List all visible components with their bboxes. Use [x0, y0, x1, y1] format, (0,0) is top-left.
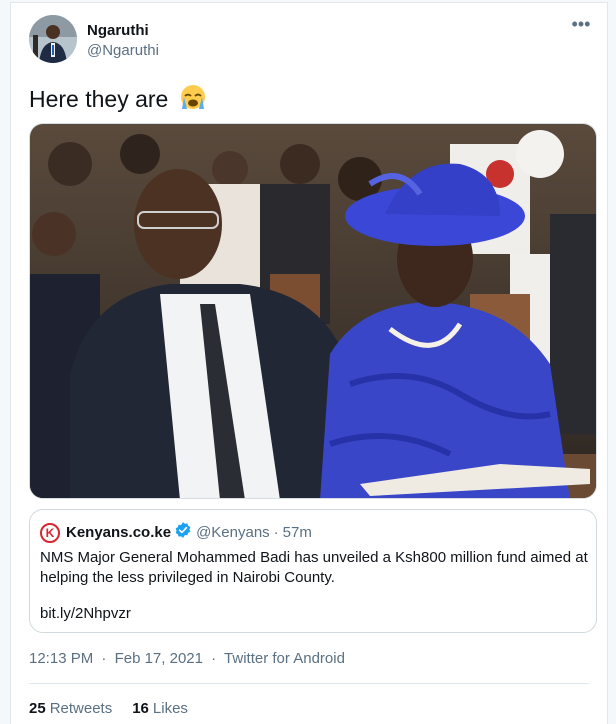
- tweet-card: Ngaruthi @Ngaruthi ••• Here they are K K…: [10, 2, 608, 724]
- retweets-count: 25: [29, 700, 46, 717]
- likes-label: Likes: [152, 700, 188, 717]
- quoted-tweet[interactable]: K Kenyans.co.ke @Kenyans · 57m NMS Major…: [29, 509, 597, 633]
- retweets-label: Retweets: [49, 700, 113, 717]
- retweets-stat[interactable]: 25 Retweets: [29, 699, 112, 719]
- quoted-author-name[interactable]: Kenyans.co.ke: [66, 523, 171, 543]
- quoted-separator: ·: [273, 524, 279, 541]
- loudly-crying-face-icon: [179, 83, 207, 118]
- more-options-icon[interactable]: •••: [567, 15, 595, 37]
- meta-separator-2: ·: [211, 650, 217, 667]
- avatar-image: [29, 15, 77, 63]
- tweet-meta: 12:13 PM · Feb 17, 2021 · Twitter for An…: [29, 649, 345, 669]
- meta-separator: ·: [101, 650, 107, 667]
- divider: [29, 683, 589, 684]
- tweet-photo[interactable]: [29, 123, 597, 499]
- quoted-author-handle[interactable]: @Kenyans: [196, 523, 270, 543]
- kenyans-logo-icon: K: [40, 523, 60, 543]
- author-display-name[interactable]: Ngaruthi: [87, 21, 159, 41]
- tweet-source[interactable]: Twitter for Android: [224, 650, 345, 667]
- author-block: Ngaruthi @Ngaruthi: [87, 21, 159, 61]
- tweet-date[interactable]: Feb 17, 2021: [115, 650, 203, 667]
- likes-stat[interactable]: 16 Likes: [132, 699, 188, 719]
- tweet-time[interactable]: 12:13 PM: [29, 650, 93, 667]
- quoted-timestamp[interactable]: 57m: [283, 523, 312, 543]
- quoted-tweet-link[interactable]: bit.ly/2Nhpvzr: [40, 604, 131, 624]
- author-handle[interactable]: @Ngaruthi: [87, 41, 159, 61]
- tweet-text-content: Here they are: [29, 86, 169, 112]
- likes-count: 16: [132, 700, 149, 717]
- tweet-text: Here they are: [29, 83, 207, 118]
- kenyans-logo-letter: K: [45, 526, 55, 540]
- quoted-tweet-text: NMS Major General Mohammed Badi has unve…: [40, 549, 588, 586]
- avatar[interactable]: [29, 15, 77, 63]
- engagement-stats: 25 Retweets 16 Likes: [29, 699, 188, 719]
- photo-icon: [30, 124, 596, 498]
- verified-badge-icon: [174, 521, 192, 545]
- quoted-tweet-header: K Kenyans.co.ke @Kenyans · 57m: [40, 521, 312, 545]
